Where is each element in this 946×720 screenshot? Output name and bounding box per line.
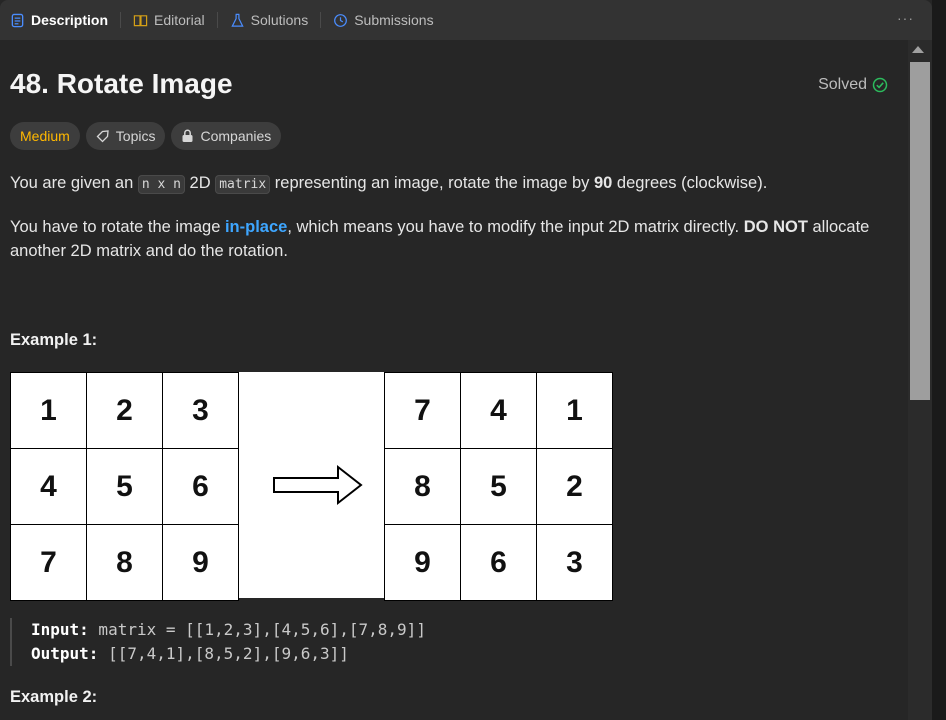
description-paragraph-2: You have to rotate the image in-place, w…: [10, 218, 870, 260]
matrix-cell: 3: [163, 373, 238, 448]
matrix-cell: 3: [537, 525, 612, 600]
matrix-cell: 1: [11, 373, 86, 448]
tab-solutions[interactable]: Solutions: [226, 12, 313, 28]
more-options-icon[interactable]: ···: [897, 10, 914, 26]
matrix-cell: 6: [163, 449, 238, 524]
tab-bar: Description Editorial Solutions Submissi…: [0, 0, 932, 40]
tab-label: Description: [31, 12, 109, 28]
matrix-cell: 4: [461, 373, 536, 448]
matrix-cell: 7: [11, 525, 86, 600]
matrix-cell: 6: [461, 525, 536, 600]
output-matrix: 7 4 1 8 5 2 9 6 3: [384, 372, 613, 601]
topics-label: Topics: [115, 128, 156, 144]
example-2-heading: Example 2:: [10, 688, 98, 706]
tab-label: Submissions: [354, 12, 434, 28]
matrix-cell: 1: [537, 373, 612, 448]
example-1-io: Input: matrix = [[1,2,3],[4,5,6],[7,8,9]…: [10, 618, 426, 666]
companies-label: Companies: [200, 128, 272, 144]
matrix-cell: 9: [385, 525, 460, 600]
inline-code: n x n: [137, 175, 185, 194]
panel-edge: [932, 0, 946, 720]
input-matrix: 1 2 3 4 5 6 7 8 9: [10, 372, 239, 601]
lock-icon: [182, 129, 193, 142]
matrix-cell: 2: [87, 373, 162, 448]
example-input-line: Input: matrix = [[1,2,3],[4,5,6],[7,8,9]…: [31, 620, 426, 639]
difficulty-badge[interactable]: Medium: [10, 122, 80, 150]
example-output-line: Output: [[7,4,1],[8,5,2],[9,6,3]]: [31, 644, 349, 663]
flask-icon: [230, 13, 244, 27]
topics-button[interactable]: Topics: [85, 122, 166, 150]
history-icon: [334, 13, 348, 27]
right-arrow-icon: [273, 464, 363, 506]
check-circle-icon: [872, 77, 888, 93]
book-icon: [133, 14, 148, 26]
tab-divider: [120, 12, 122, 28]
matrix-cell: 5: [87, 449, 162, 524]
companies-button[interactable]: Companies: [171, 122, 282, 150]
problem-title: 48. Rotate Image: [10, 68, 233, 99]
matrix-cell: 2: [537, 449, 612, 524]
tag-icon: [96, 130, 109, 143]
solved-status: Solved: [818, 76, 888, 94]
matrix-cell: 8: [385, 449, 460, 524]
solved-label: Solved: [818, 76, 867, 93]
tab-label: Solutions: [250, 12, 309, 28]
in-place-link[interactable]: in-place: [225, 218, 287, 236]
scrollbar-thumb[interactable]: [910, 62, 930, 400]
matrix-cell: 8: [87, 525, 162, 600]
description-icon: [11, 13, 24, 27]
example-1-image: 1 2 3 4 5 6 7 8 9 7 4 1 8 5 2 9 6 3: [10, 372, 613, 601]
matrix-cell: 9: [163, 525, 238, 600]
tab-editorial[interactable]: Editorial: [129, 12, 209, 28]
tab-divider: [216, 12, 218, 28]
inline-code: matrix: [215, 175, 271, 194]
matrix-cell: 4: [11, 449, 86, 524]
description-paragraph-1: You are given an n x n 2D matrix represe…: [10, 174, 768, 194]
example-1-heading: Example 1:: [10, 331, 98, 349]
tab-divider: [320, 12, 322, 28]
tab-description[interactable]: Description: [6, 12, 112, 28]
scroll-up-arrow-icon[interactable]: [912, 46, 924, 53]
tab-label: Editorial: [154, 12, 205, 28]
matrix-cell: 5: [461, 449, 536, 524]
tab-submissions[interactable]: Submissions: [329, 12, 437, 28]
problem-tags: Medium Topics Companies: [10, 122, 282, 150]
matrix-cell: 7: [385, 373, 460, 448]
